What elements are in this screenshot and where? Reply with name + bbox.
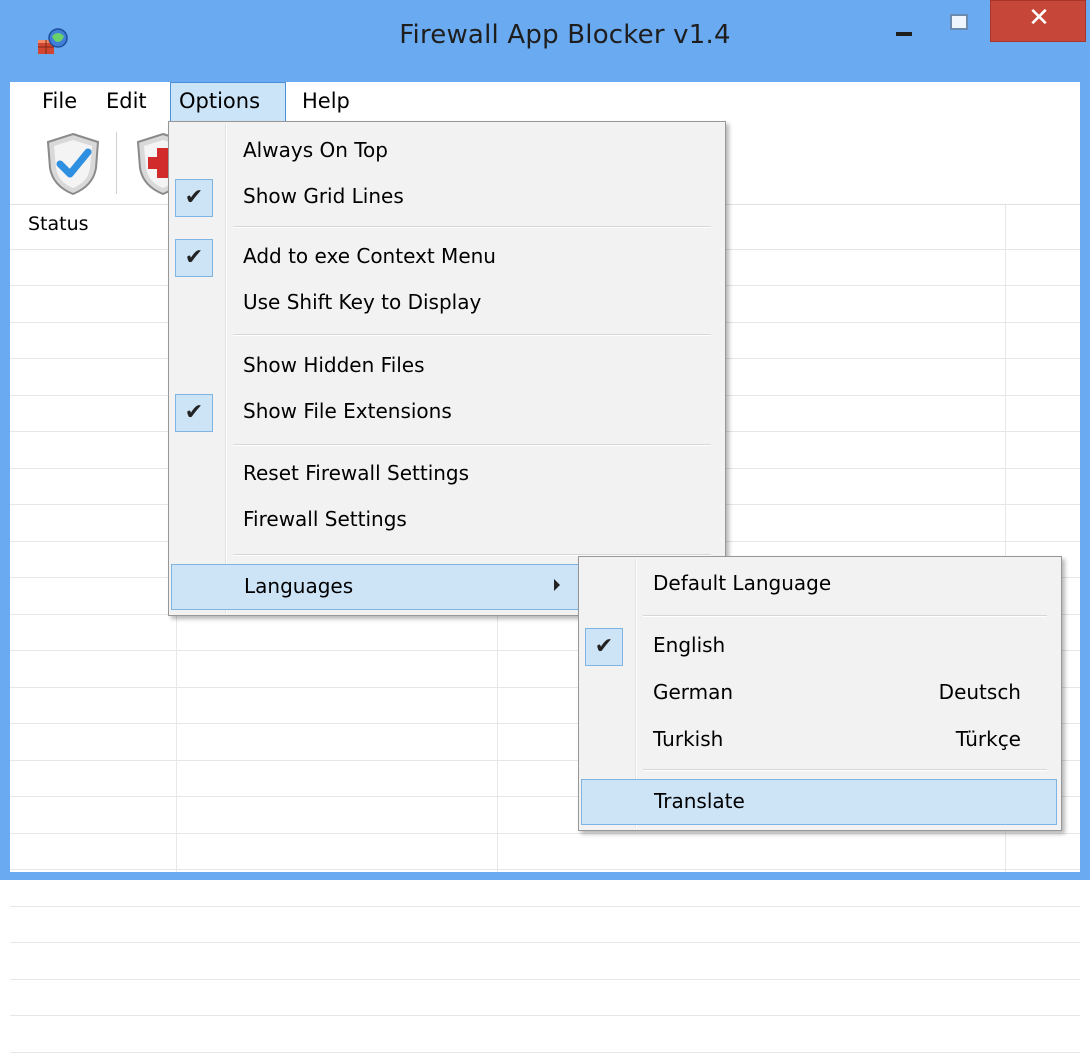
menu-item-add-to-exe-context-menu[interactable]: ✔ Add to exe Context Menu xyxy=(171,235,721,281)
menu-separator xyxy=(233,334,711,336)
shield-check-icon[interactable] xyxy=(38,128,108,198)
menu-item-label: Turkish xyxy=(653,727,724,751)
menu-item-always-on-top[interactable]: Always On Top xyxy=(171,129,721,175)
grid-line xyxy=(10,1015,1080,1016)
menu-item-native-name: Türkçe xyxy=(955,727,1021,751)
maximize-button[interactable] xyxy=(932,0,984,42)
menu-item-label: Show Hidden Files xyxy=(243,353,425,377)
menu-item-turkish[interactable]: Turkish Türkçe xyxy=(581,718,1057,764)
menu-item-translate[interactable]: Translate xyxy=(581,779,1057,825)
menu-item-label: Show File Extensions xyxy=(243,399,452,423)
checkmark-icon: ✔ xyxy=(175,239,213,277)
menu-item-label: German xyxy=(653,680,734,704)
menu-item-label: Default Language xyxy=(653,571,832,595)
grid-line xyxy=(10,942,1080,943)
grid-line xyxy=(10,978,1080,980)
menu-item-show-file-extensions[interactable]: ✔ Show File Extensions xyxy=(171,390,721,436)
menu-options[interactable]: Options xyxy=(170,82,286,122)
checkmark-icon: ✔ xyxy=(175,394,213,432)
close-button[interactable]: ✕ xyxy=(990,0,1086,42)
grid-line xyxy=(10,905,1080,907)
title-bar[interactable]: Firewall App Blocker v1.4 ✕ xyxy=(0,0,1090,82)
menu-item-firewall-settings[interactable]: Firewall Settings xyxy=(171,498,721,544)
menu-item-english[interactable]: ✔ English xyxy=(581,624,1057,670)
menu-item-reset-firewall-settings[interactable]: Reset Firewall Settings xyxy=(171,452,721,498)
menu-help[interactable]: Help xyxy=(294,82,358,122)
menu-separator xyxy=(643,769,1047,771)
menu-item-german[interactable]: German Deutsch xyxy=(581,671,1057,717)
menu-item-label: Always On Top xyxy=(243,138,388,162)
grid-line xyxy=(10,869,1080,870)
menu-item-label: Use Shift Key to Display xyxy=(243,290,482,314)
menu-item-label: Add to exe Context Menu xyxy=(243,244,496,268)
menu-bar: File Edit Options Help xyxy=(10,82,1080,122)
menu-item-label: English xyxy=(653,633,726,657)
minimize-button[interactable] xyxy=(872,0,928,42)
close-icon: ✕ xyxy=(1028,3,1050,33)
checkmark-icon: ✔ xyxy=(585,628,623,666)
menu-separator xyxy=(233,226,711,228)
menu-item-show-grid-lines[interactable]: ✔ Show Grid Lines xyxy=(171,175,721,221)
menu-item-label: Show Grid Lines xyxy=(243,184,404,208)
submenu-arrow-icon xyxy=(554,579,560,591)
languages-submenu: Default Language ✔ English German Deutsch Tur… xyxy=(578,556,1062,831)
menu-item-show-hidden-files[interactable]: Show Hidden Files xyxy=(171,344,721,390)
menu-item-default-language[interactable]: Default Language xyxy=(581,562,1057,608)
menu-edit[interactable]: Edit xyxy=(98,82,155,122)
menu-item-label: Translate xyxy=(654,789,745,813)
menu-separator xyxy=(233,444,711,446)
options-menu: Always On Top ✔ Show Grid Lines ✔ Add to exe… xyxy=(168,121,726,616)
grid-line xyxy=(10,832,1080,834)
menu-item-use-shift-key-to-display[interactable]: Use Shift Key to Display xyxy=(171,281,721,327)
menu-item-native-name: Deutsch xyxy=(938,680,1021,704)
checkmark-icon: ✔ xyxy=(175,179,213,217)
menu-item-label: Reset Firewall Settings xyxy=(243,461,470,485)
grid-line xyxy=(10,1051,1080,1053)
toolbar-separator xyxy=(116,132,117,194)
menu-item-label: Languages xyxy=(244,574,354,598)
menu-separator xyxy=(643,615,1047,617)
menu-item-label: Firewall Settings xyxy=(243,507,407,531)
menu-file[interactable]: File xyxy=(34,82,85,122)
column-header-status[interactable]: Status xyxy=(28,213,89,235)
